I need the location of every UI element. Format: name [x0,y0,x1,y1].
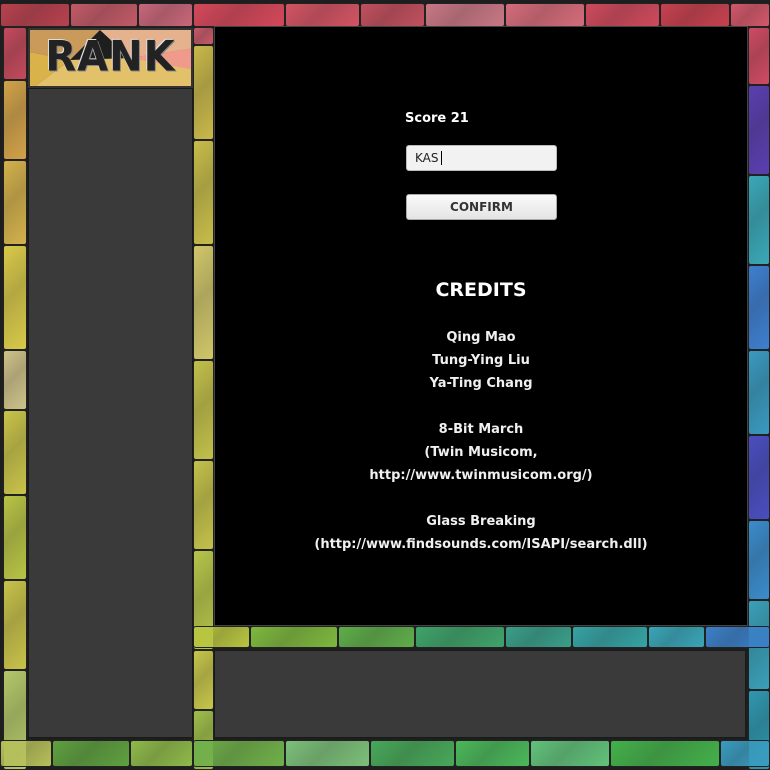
glass-tile [505,3,585,27]
glass-tile [193,650,214,710]
glass-tile [748,27,770,85]
glass-tile [660,3,730,27]
glass-tile [425,3,505,27]
glass-tile [705,626,770,648]
glass-tile [130,740,193,767]
credit-spacer [215,395,747,418]
credit-line: Qing Mao [446,330,516,345]
glass-tile [193,360,214,460]
glass-tile [748,435,770,520]
glass-tile [748,350,770,435]
glass-tile [585,3,660,27]
game-over-panel: Score 21 CONFIRM CREDITS Qing Mao Tung-Y… [214,26,748,626]
credits-list: Qing Mao Tung-Ying Liu Ya-Ting Chang 8-B… [215,326,747,556]
rank-title: RANK [45,32,176,82]
glass-tile [285,740,370,767]
credit-line: (Twin Musicom, [424,445,538,460]
glass-tile [730,3,770,27]
credit-line: (http://www.findsounds.com/ISAPI/search.… [314,537,648,552]
glass-tile [0,740,52,767]
glass-tile [250,626,338,648]
rank-list-panel [28,88,193,738]
glass-tile [338,626,415,648]
glass-tile [70,3,138,27]
glass-tile [748,85,770,175]
glass-tile [52,740,130,767]
glass-tile [193,140,214,245]
glass-tile [748,175,770,265]
glass-tile [748,265,770,350]
glass-tile [370,740,455,767]
glass-tile [3,80,27,160]
glass-tile [415,626,505,648]
glass-tile [3,350,27,410]
credit-spacer [215,487,747,510]
glass-tile [193,460,214,550]
glass-tile [193,27,214,45]
credit-line: http://www.twinmusicom.org/) [369,468,593,483]
bottom-panel [214,650,746,738]
glass-tile [455,740,530,767]
glass-tile [3,495,27,580]
credit-line: Tung-Ying Liu [432,353,530,368]
glass-tile [3,580,27,670]
glass-tile [193,245,214,360]
glass-tile [3,245,27,350]
text-caret [441,151,442,165]
glass-tile [0,3,70,27]
credit-line: Ya-Ting Chang [429,376,533,391]
rank-header: RANK [28,28,193,88]
glass-tile [138,3,193,27]
glass-tile [193,626,250,648]
glass-tile [193,740,285,767]
credit-line: Glass Breaking [426,514,536,529]
glass-tile [193,45,214,140]
glass-tile [193,3,285,27]
glass-tile [610,740,720,767]
glass-tile [505,626,572,648]
glass-tile [572,626,648,648]
credits-title: CREDITS [435,279,527,301]
glass-tile [648,626,705,648]
glass-tile [748,520,770,600]
glass-tile [3,410,27,495]
glass-tile [530,740,610,767]
score-label: Score 21 [405,111,469,126]
glass-tile [720,740,770,767]
glass-tile [360,3,425,27]
player-name-input[interactable] [406,145,557,171]
glass-tile [3,27,27,80]
credit-line: 8-Bit March [438,422,524,437]
glass-tile [285,3,360,27]
confirm-button[interactable]: CONFIRM [406,194,557,220]
glass-tile [3,160,27,245]
